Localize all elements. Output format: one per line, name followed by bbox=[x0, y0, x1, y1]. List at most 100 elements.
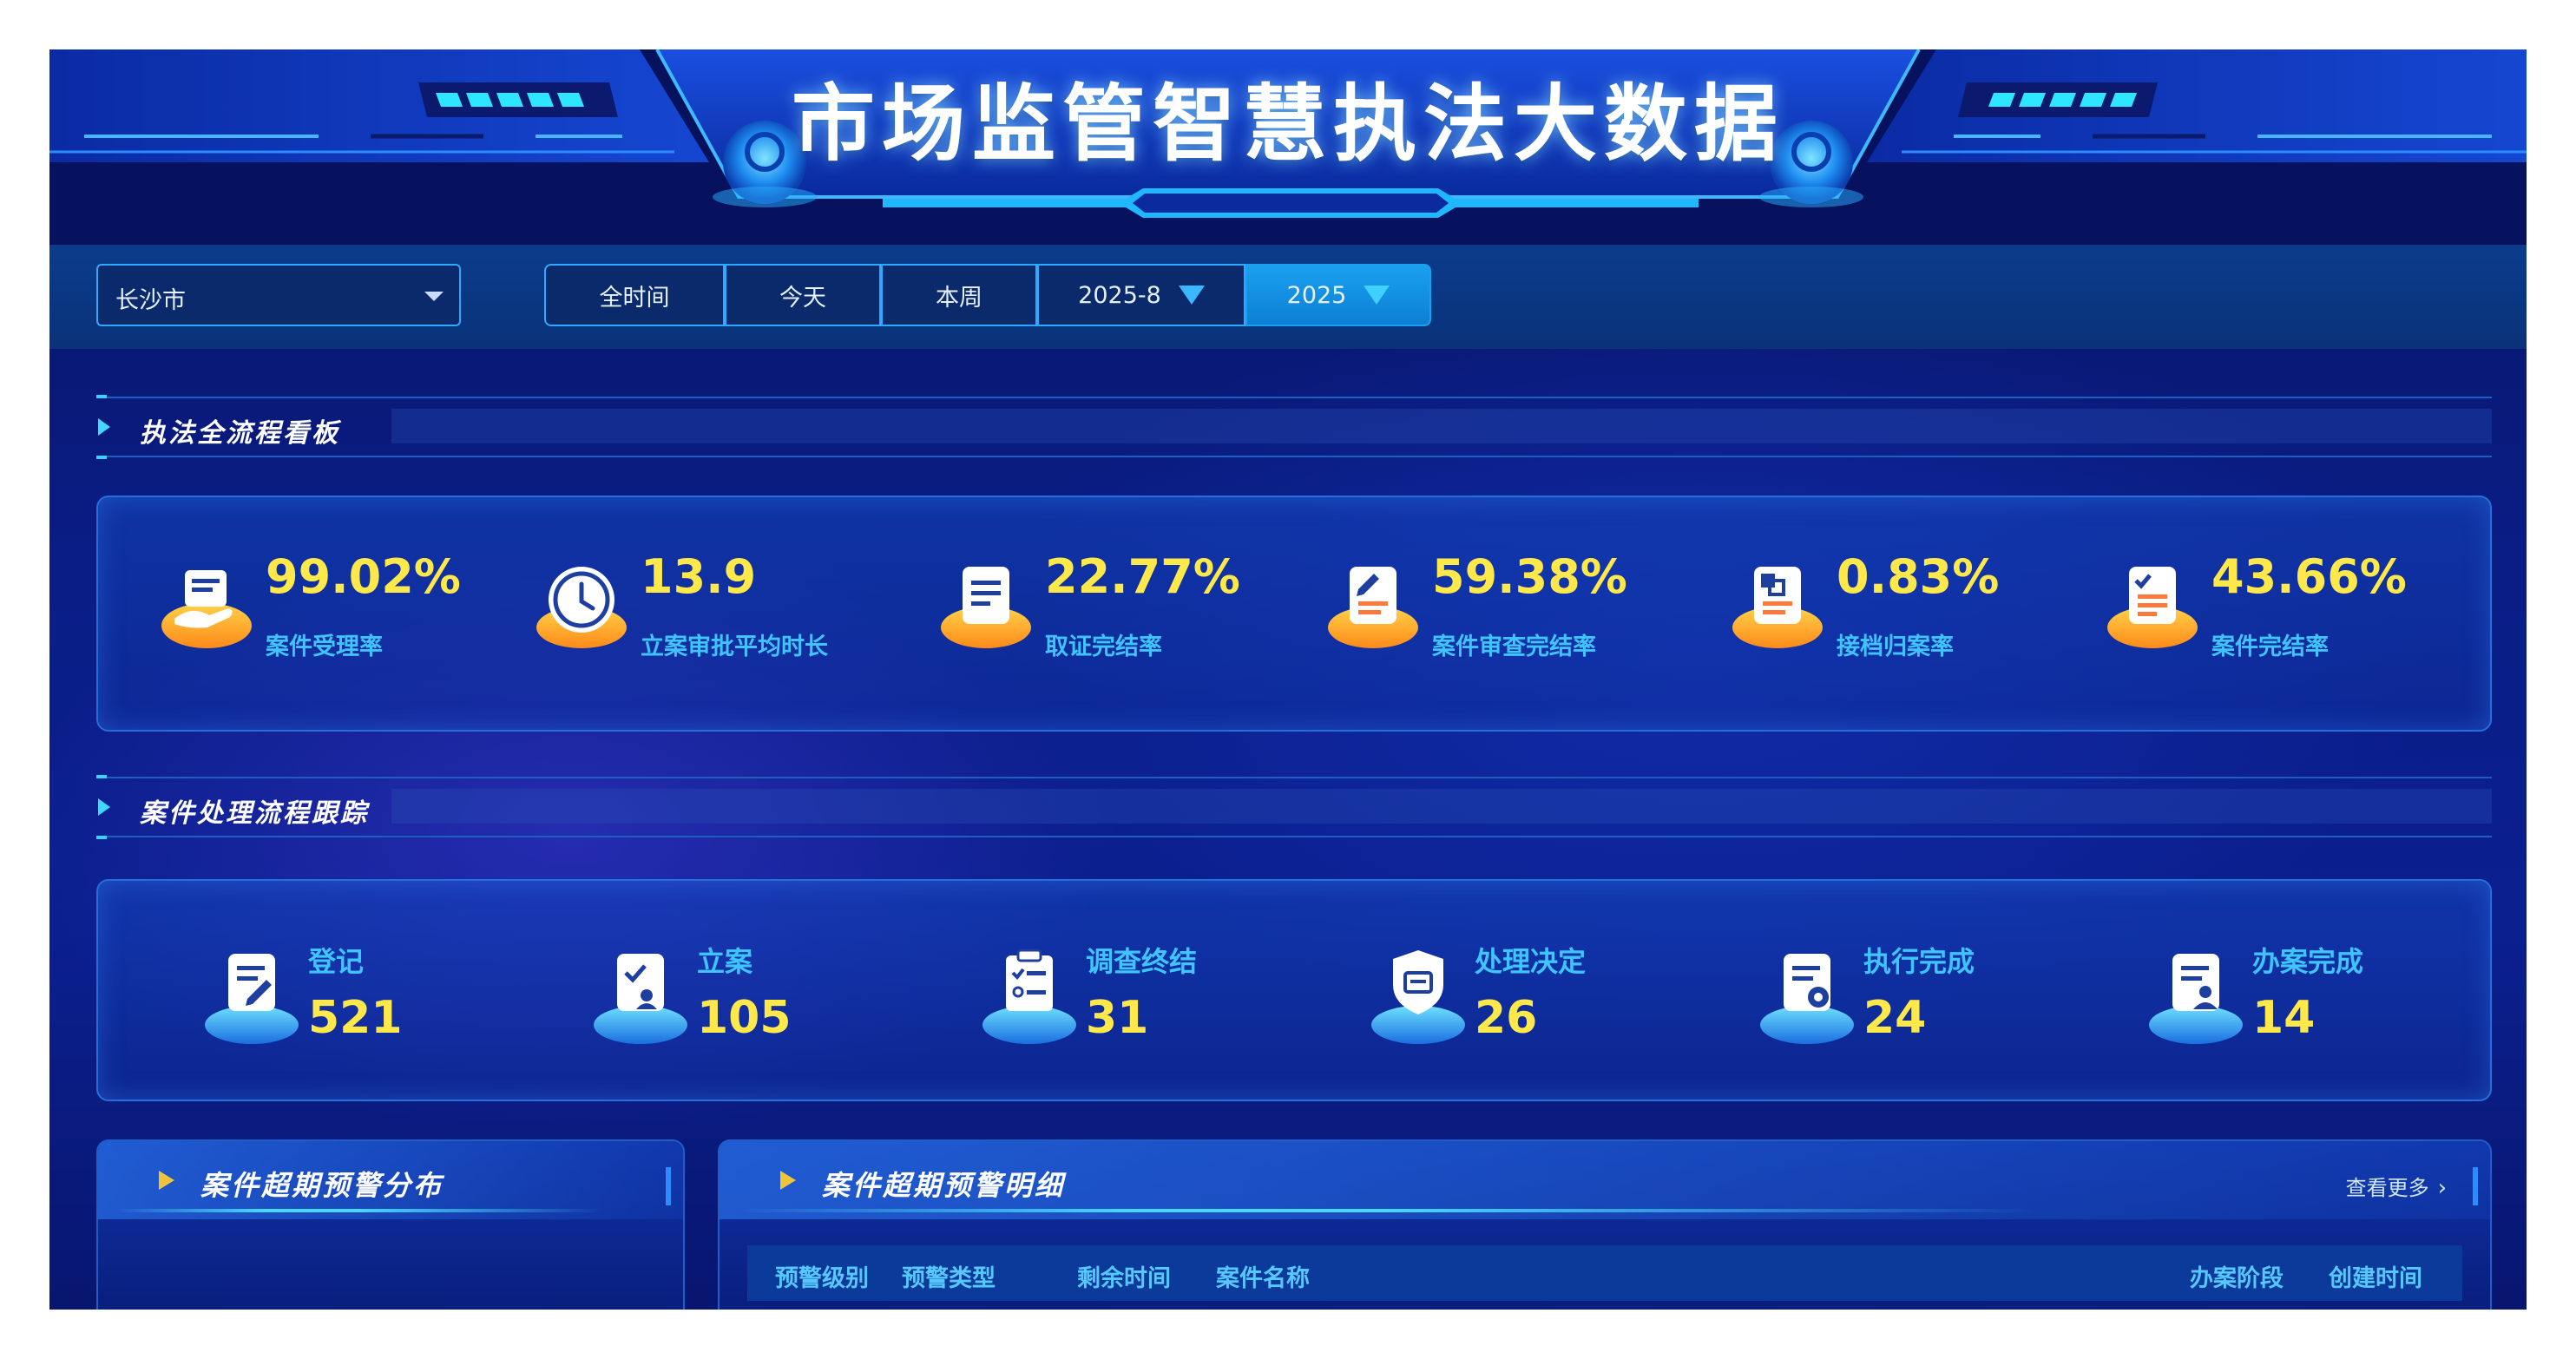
filter-bar: 长沙市 全时间 今天 本周 2025-8 2025 bbox=[49, 245, 2527, 349]
view-more-label: 查看更多 bbox=[2345, 1176, 2429, 1200]
kpi-label: 接档归案率 bbox=[1837, 634, 1954, 660]
chevron-right-icon: › bbox=[2437, 1175, 2447, 1201]
column-header: 预警级别 bbox=[775, 1265, 869, 1292]
kpi-label: 立案审批平均时长 bbox=[641, 634, 828, 660]
panel-edge-decoration bbox=[2473, 1167, 2478, 1205]
execution-icon bbox=[1760, 954, 1854, 1044]
divider bbox=[96, 777, 2492, 778]
clock-icon bbox=[536, 567, 627, 648]
column-header: 创建时间 bbox=[2329, 1265, 2422, 1292]
panel-edge-decoration bbox=[666, 1167, 671, 1205]
flow-step: 处理决定 26 bbox=[1362, 881, 1744, 1103]
kpi-label: 案件完结率 bbox=[2211, 634, 2329, 660]
triangle-down-icon bbox=[1364, 286, 1390, 305]
tab-today[interactable]: 今天 bbox=[725, 264, 881, 326]
tab-label: 本周 bbox=[936, 284, 982, 312]
triangle-right-icon bbox=[98, 418, 110, 436]
triangle-down-icon bbox=[1178, 286, 1205, 305]
divider-tick bbox=[96, 836, 107, 839]
triangle-right-icon bbox=[98, 798, 110, 816]
flow-step-value: 31 bbox=[1086, 992, 1149, 1044]
flow-step: 立案 105 bbox=[584, 881, 966, 1103]
flow-step-label: 处理决定 bbox=[1475, 945, 1587, 978]
page-title: 市场监管智慧执法大数据 bbox=[792, 76, 1784, 173]
tab-label: 全时间 bbox=[599, 284, 670, 312]
case-complete-icon bbox=[2149, 954, 2243, 1044]
kpi-card: 43.66% 案件完结率 bbox=[2103, 497, 2485, 733]
city-select-value: 长沙市 bbox=[115, 287, 186, 314]
file-case-icon bbox=[594, 954, 687, 1044]
flow-step-label: 办案完成 bbox=[2252, 945, 2364, 978]
review-doc-icon bbox=[1328, 567, 1418, 648]
panel-header-glow bbox=[115, 1209, 601, 1212]
city-select[interactable]: 长沙市 bbox=[96, 264, 461, 326]
flow-step: 登记 521 bbox=[195, 881, 577, 1103]
triangle-right-icon bbox=[159, 1171, 174, 1190]
section-header-bar bbox=[391, 409, 2492, 443]
investigation-icon bbox=[982, 949, 1076, 1044]
flow-step-label: 调查终结 bbox=[1086, 945, 1198, 978]
section-header-dashboard: 执法全流程看板 bbox=[96, 395, 2492, 459]
tab-label: 2025-8 bbox=[1078, 281, 1161, 309]
dashboard-app: 市场监管智慧执法大数据 长沙市 全时间 今天 本周 2025-8 2025 执法… bbox=[49, 49, 2527, 1310]
flow-step: 办案完成 14 bbox=[2139, 881, 2521, 1103]
view-more-link[interactable]: 查看更多 › bbox=[2346, 1171, 2447, 1201]
register-icon bbox=[205, 954, 299, 1044]
kpi-value: 99.02% bbox=[266, 549, 461, 604]
flow-step: 调查终结 31 bbox=[973, 881, 1355, 1103]
penalty-shield-icon bbox=[1371, 950, 1465, 1044]
case-accept-icon bbox=[161, 570, 252, 648]
tab-label: 今天 bbox=[779, 284, 826, 312]
kpi-value: 59.38% bbox=[1432, 549, 1627, 604]
evidence-doc-icon bbox=[941, 567, 1031, 648]
section-title: 执法全流程看板 bbox=[140, 418, 340, 449]
kpi-card: 22.77% 取证完结率 bbox=[936, 497, 1318, 733]
flow-step: 执行完成 24 bbox=[1751, 881, 2132, 1103]
section-header-bar bbox=[391, 789, 2492, 824]
flow-step-label: 登记 bbox=[308, 945, 365, 978]
divider-tick bbox=[96, 456, 107, 459]
warning-distribution-panel: 案件超期预警分布 bbox=[96, 1139, 685, 1310]
column-header: 办案阶段 bbox=[2190, 1265, 2284, 1292]
divider-tick bbox=[96, 395, 107, 398]
section-header-flow: 案件处理流程跟踪 bbox=[96, 775, 2492, 839]
divider-tick bbox=[96, 775, 107, 778]
tab-this-week[interactable]: 本周 bbox=[881, 264, 1037, 326]
tab-all-time[interactable]: 全时间 bbox=[544, 264, 725, 326]
kpi-value: 0.83% bbox=[1837, 549, 2000, 604]
divider bbox=[96, 397, 2492, 398]
kpi-label: 案件审查完结率 bbox=[1432, 634, 1596, 660]
flow-step-label: 执行完成 bbox=[1863, 945, 1975, 978]
column-header: 剩余时间 bbox=[1077, 1265, 1171, 1292]
flow-step-value: 14 bbox=[2252, 992, 2316, 1044]
kpi-card: 59.38% 案件审查完结率 bbox=[1324, 497, 1705, 733]
header: 市场监管智慧执法大数据 bbox=[49, 49, 2527, 245]
triangle-right-icon bbox=[780, 1171, 796, 1190]
kpi-panel: 99.02% 案件受理率 13.9 立案审批平均时长 22.77% 取证完结率 … bbox=[96, 496, 2492, 732]
section-title: 案件处理流程跟踪 bbox=[140, 798, 369, 829]
table-header: 预警级别 预警类型 剩余时间 案件名称 办案阶段 创建时间 bbox=[747, 1245, 2462, 1301]
tab-year-select[interactable]: 2025 bbox=[1245, 264, 1431, 326]
panel-title: 案件超期预警明细 bbox=[822, 1169, 1066, 1202]
divider bbox=[96, 836, 2492, 837]
kpi-card: 99.02% 案件受理率 bbox=[157, 497, 539, 733]
flow-step-value: 26 bbox=[1475, 992, 1538, 1044]
column-header: 预警类型 bbox=[902, 1265, 996, 1292]
flow-step-value: 521 bbox=[308, 992, 403, 1044]
kpi-label: 案件受理率 bbox=[266, 634, 383, 660]
flow-panel: 登记 521 立案 105 调查终结 31 处理决定 26 执行完成 24 办案… bbox=[96, 879, 2492, 1101]
flow-step-label: 立案 bbox=[697, 945, 753, 978]
tab-month-select[interactable]: 2025-8 bbox=[1037, 264, 1245, 326]
panel-header-glow bbox=[737, 1209, 2039, 1212]
divider bbox=[96, 456, 2492, 457]
kpi-card: 0.83% 接档归案率 bbox=[1728, 497, 2110, 733]
flow-step-value: 24 bbox=[1863, 992, 1927, 1044]
kpi-card: 13.9 立案审批平均时长 bbox=[532, 497, 914, 733]
archive-doc-icon bbox=[1732, 567, 1823, 648]
kpi-value: 43.66% bbox=[2211, 549, 2407, 604]
warning-detail-panel: 案件超期预警明细 查看更多 › 预警级别 预警类型 剩余时间 案件名称 办案阶段 … bbox=[718, 1139, 2492, 1310]
kpi-value: 22.77% bbox=[1045, 549, 1240, 604]
chevron-down-icon bbox=[424, 292, 444, 301]
tab-label: 2025 bbox=[1286, 281, 1347, 309]
panel-title: 案件超期预警分布 bbox=[200, 1169, 444, 1202]
